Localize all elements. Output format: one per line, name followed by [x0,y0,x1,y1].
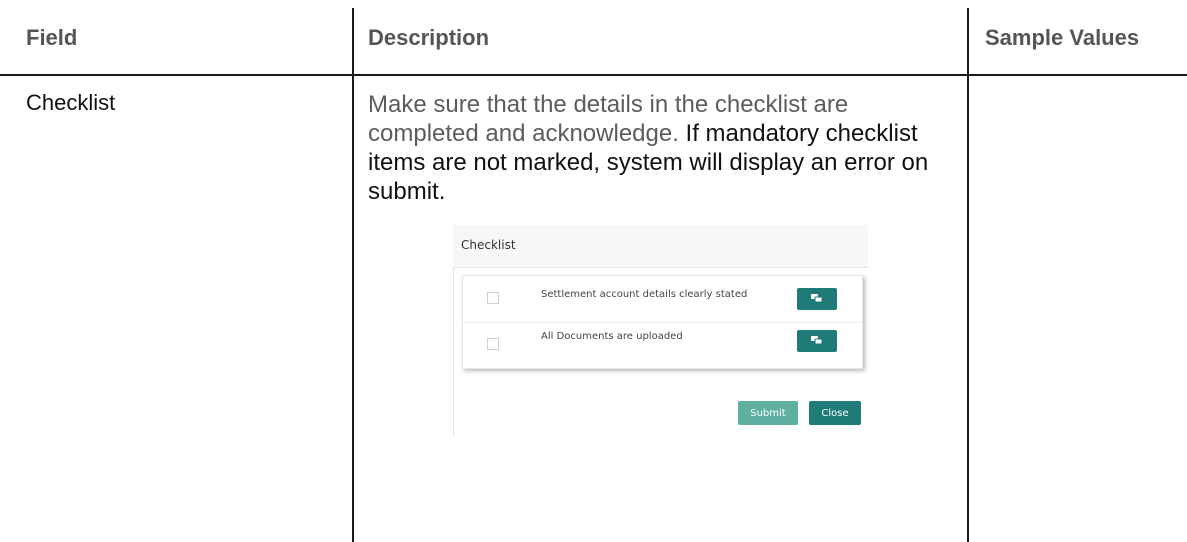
field-description: Make sure that the details in the checkl… [368,90,953,206]
comment-icon [811,294,823,303]
checklist-dialog-screenshot: Checklist Settlement account details cle… [453,225,868,437]
dialog-header: Checklist [453,225,868,268]
checklist-item-label: Settlement account details clearly state… [541,289,748,300]
checklist-row: All Documents are uploaded [463,322,862,368]
checklist-checkbox[interactable] [487,338,499,350]
checklist-checkbox[interactable] [487,292,499,304]
checklist-panel: Settlement account details clearly state… [462,275,863,369]
header-divider [0,74,1187,76]
close-button[interactable]: Close [809,401,861,425]
header-sample-values: Sample Values [985,25,1140,50]
field-name: Checklist [26,90,116,115]
dialog-title: Checklist [461,238,516,252]
comment-button[interactable] [797,330,837,352]
comment-button[interactable] [797,288,837,310]
header-description: Description [368,25,490,50]
column-divider [352,8,354,542]
header-field: Field [26,25,78,50]
comment-icon [811,336,823,345]
submit-button[interactable]: Submit [738,401,798,425]
checklist-row: Settlement account details clearly state… [463,276,862,323]
column-divider [967,8,969,542]
checklist-item-label: All Documents are uploaded [541,331,683,342]
